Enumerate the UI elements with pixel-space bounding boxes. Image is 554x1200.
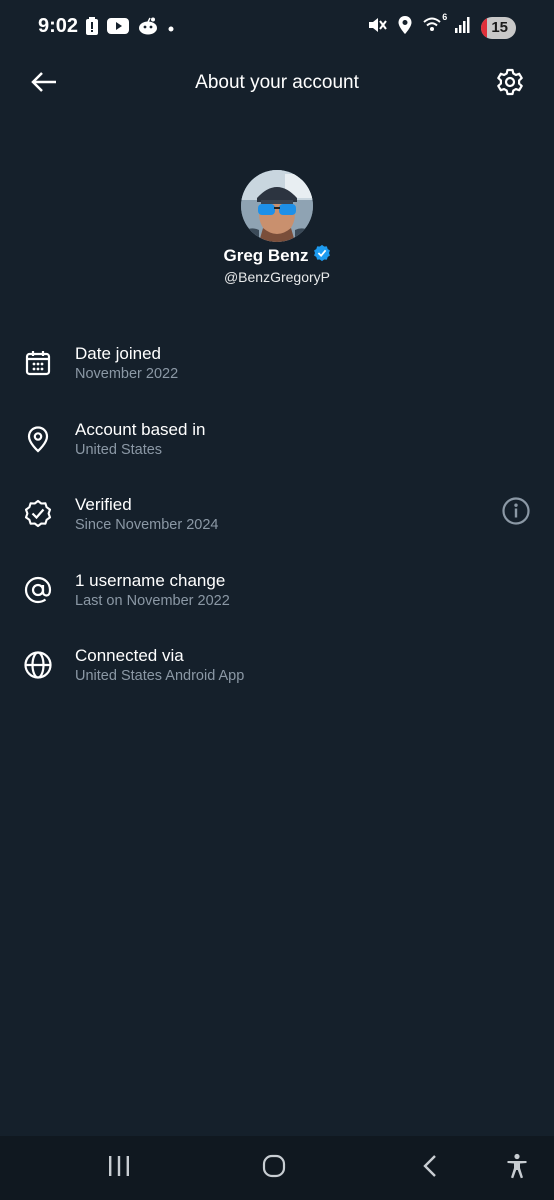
home-button[interactable]: [254, 1152, 294, 1184]
recent-apps-icon: [107, 1155, 131, 1182]
info-subtitle: November 2022: [75, 366, 179, 382]
profile-section: Greg Benz @BenzGregoryP: [0, 170, 554, 285]
calendar-icon: [22, 347, 54, 379]
info-title: Verified: [75, 495, 132, 514]
mute-icon: [367, 15, 388, 40]
profile-handle: @BenzGregoryP: [223, 269, 331, 285]
battery-alert-icon: [86, 17, 98, 40]
info-item-connected-via: Connected via United States Android App: [0, 632, 554, 708]
info-subtitle: United States Android App: [75, 668, 245, 684]
header: About your account: [0, 52, 554, 116]
battery-low-marker: [481, 16, 488, 39]
info-list: Date joined November 2022 Account based …: [0, 330, 554, 708]
location-icon: [397, 15, 413, 40]
back-icon: [422, 1154, 438, 1183]
info-item-verified: Verified Since November 2024: [0, 481, 554, 557]
profile-name-row: Greg Benz: [0, 244, 554, 267]
home-icon: [262, 1154, 286, 1183]
info-icon: [501, 496, 531, 531]
avatar[interactable]: [241, 170, 313, 242]
info-subtitle: Since November 2024: [75, 517, 219, 533]
signal-icon: [455, 17, 471, 38]
battery-level: 15: [491, 18, 508, 36]
status-right-icons: 6 15: [367, 12, 516, 40]
screen: 9:02 6 15 About your account Greg Benz @…: [0, 0, 554, 1200]
status-time: 9:02: [38, 15, 79, 37]
at-sign-icon: [22, 574, 54, 606]
recent-apps-button[interactable]: [99, 1152, 139, 1184]
info-title: Date joined: [75, 344, 162, 363]
globe-icon: [22, 649, 54, 681]
profile-name: Greg Benz: [223, 245, 309, 265]
dot-icon: [167, 20, 175, 38]
settings-button[interactable]: [490, 64, 530, 104]
gear-icon: [495, 67, 525, 102]
info-item-username-change: 1 username change Last on November 2022: [0, 557, 554, 633]
reddit-icon: [138, 17, 158, 40]
info-title: 1 username change: [75, 570, 226, 590]
accessibility-icon: [506, 1153, 528, 1184]
verified-info-button[interactable]: [500, 496, 532, 531]
nav-back-button[interactable]: [410, 1152, 450, 1184]
youtube-icon: [107, 18, 129, 39]
system-nav-bar: [0, 1136, 554, 1200]
location-pin-icon: [22, 423, 54, 455]
verified-badge-icon: [22, 498, 54, 530]
info-item-date-joined: Date joined November 2022: [0, 330, 554, 406]
info-item-account-based-in: Account based in United States: [0, 406, 554, 482]
status-bar: 9:02 6 15: [0, 0, 554, 52]
wifi-badge: 6: [442, 12, 448, 22]
verified-check-icon: [313, 244, 331, 267]
status-left-icons: [86, 17, 175, 40]
page-title: About your account: [195, 72, 359, 93]
info-title: Account based in: [75, 419, 206, 439]
wifi-icon: 6: [423, 12, 447, 39]
info-title: Connected via: [75, 646, 184, 665]
info-subtitle: Last on November 2022: [75, 592, 230, 609]
accessibility-button[interactable]: [497, 1152, 537, 1184]
battery-indicator: 15: [481, 16, 516, 39]
info-subtitle: United States: [75, 441, 163, 458]
